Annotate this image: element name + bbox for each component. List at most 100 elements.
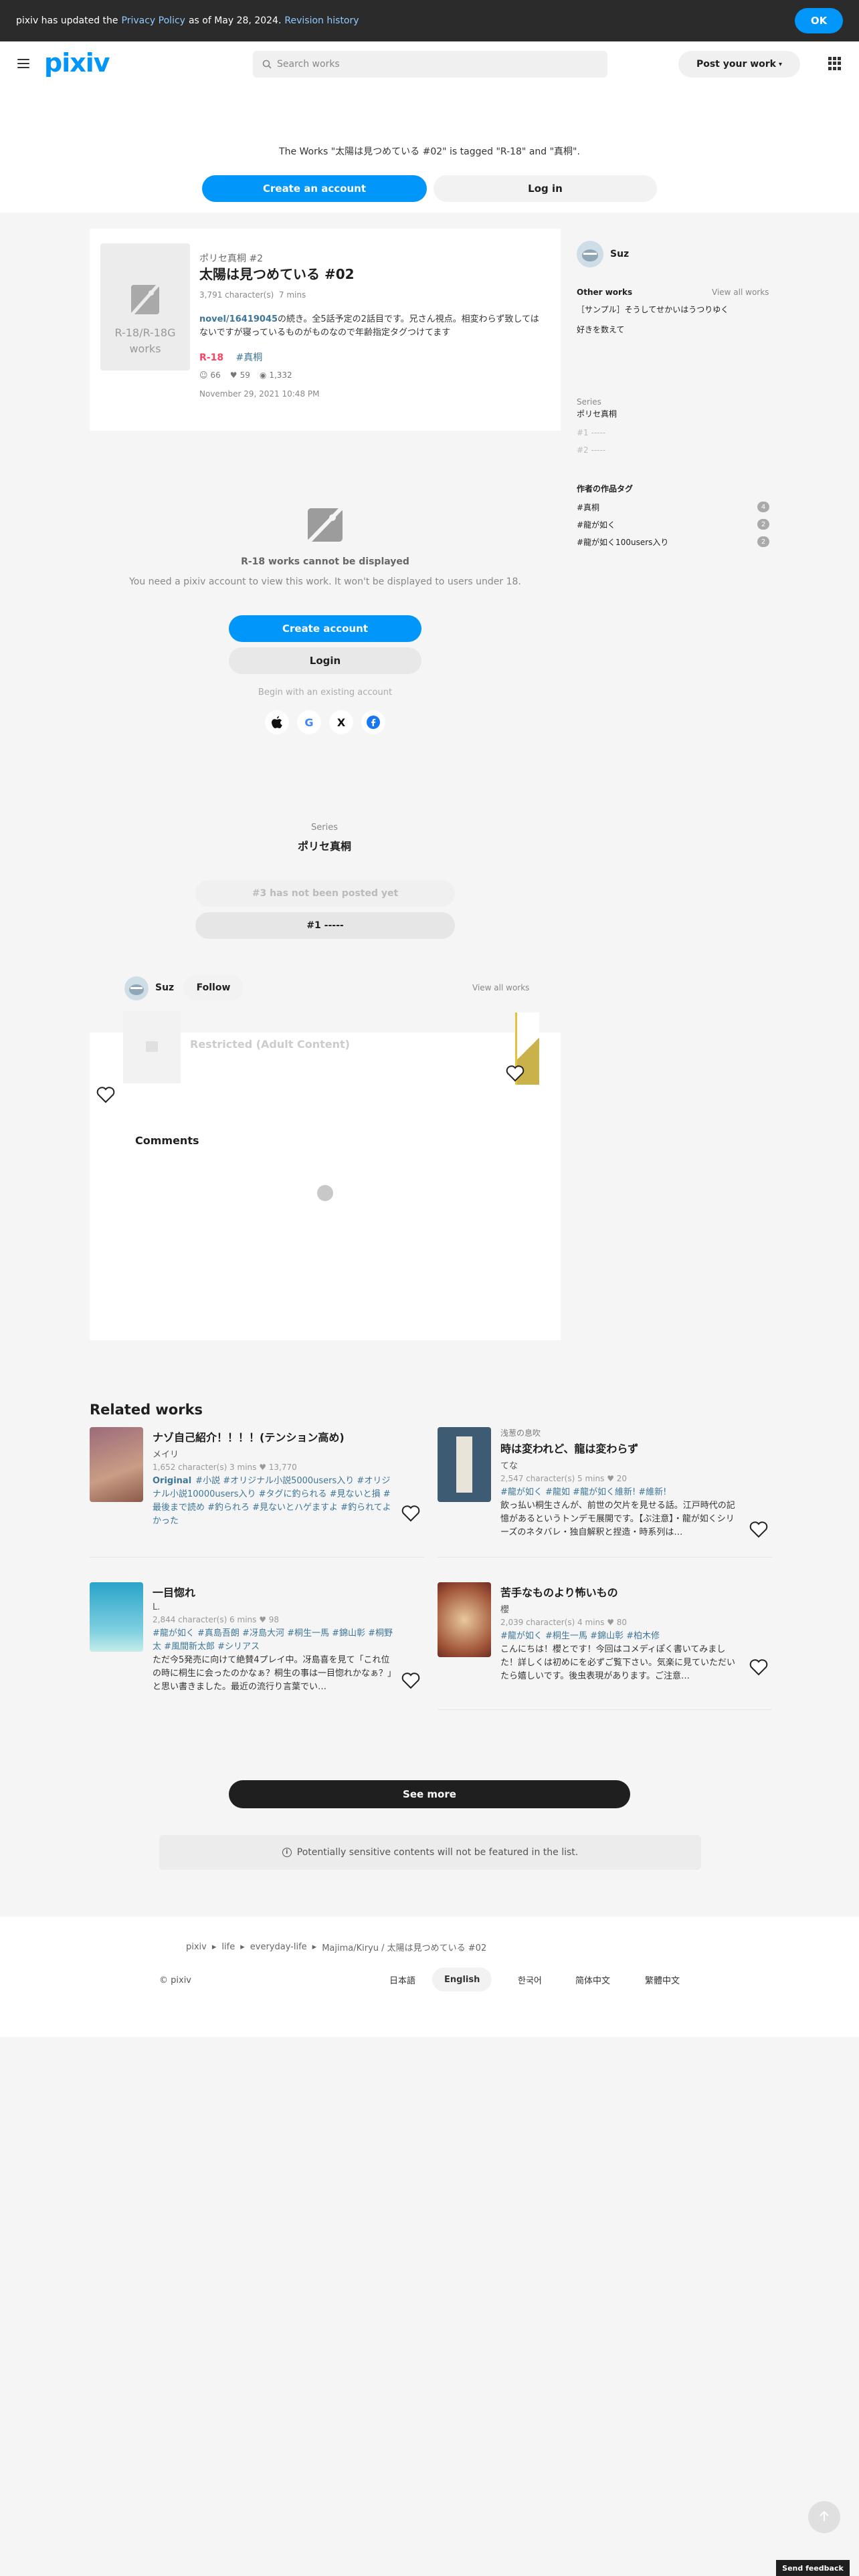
related-work-author[interactable]: メイリ	[153, 1447, 393, 1460]
other-work-1[interactable]: ［サンプル］そうしてせかいはうつりゆく	[577, 304, 729, 315]
follow-button[interactable]: Follow	[183, 975, 244, 1000]
pixiv-logo[interactable]: pixiv	[44, 48, 110, 78]
sensitive-note-text: Potentially sensitive contents will not …	[296, 1847, 579, 1858]
lang-option[interactable]: 简体中文	[563, 1967, 622, 1992]
views-stat: ◉ 1,332	[259, 370, 292, 380]
breadcrumb-item[interactable]: life	[221, 1942, 235, 1952]
other-work-2[interactable]: 好きを数えて	[577, 324, 624, 335]
breadcrumb-item[interactable]: everyday-life	[250, 1942, 307, 1952]
menu-icon[interactable]	[16, 56, 31, 72]
restricted-thumb	[123, 1011, 181, 1083]
info-icon: i	[282, 1848, 292, 1857]
x-login-icon[interactable]: X	[329, 710, 353, 734]
restricted-title: R-18 works cannot be displayed	[241, 556, 409, 567]
related-work-title[interactable]: 一目惚れ	[153, 1584, 393, 1600]
ok-button[interactable]: OK	[795, 8, 843, 33]
read-time: 7 mins	[278, 290, 306, 300]
privacy-policy-link[interactable]: Privacy Policy	[122, 15, 185, 26]
series-navigation: Series ポリセ真桐 #3 has not been posted yet …	[126, 805, 523, 964]
related-work-desc: ただ今5発売に向けて絶賛4プレイ中。冴島喜を見て「これ位の時に桐生に会ったのかな…	[153, 1655, 392, 1692]
heart-icon[interactable]	[401, 1672, 420, 1689]
restricted-thumbnail: R-18/R-18G works	[100, 243, 190, 370]
search-placeholder: Search works	[277, 59, 340, 70]
related-work-meta: 2,844 character(s) 6 mins ♥ 98	[153, 1615, 280, 1624]
series-label[interactable]: ポリセ真桐 #2	[199, 251, 263, 265]
likes-stat: ☺ 66	[199, 370, 221, 380]
restricted-card-text: Restricted (Adult Content)	[190, 1038, 350, 1051]
related-work-thumb[interactable]	[90, 1427, 143, 1502]
breadcrumb-item[interactable]: Majima/Kiryu / 太陽は見つめている #02	[322, 1941, 486, 1953]
facebook-login-icon[interactable]	[361, 710, 385, 734]
footer: pixiv ▸ life ▸ everyday-life ▸ Majima/Kiryu…	[0, 1917, 859, 2037]
sidebar-tag-row[interactable]: #龍が如く 2	[577, 519, 771, 530]
related-work-thumb[interactable]	[90, 1582, 143, 1652]
restricted-work-card[interactable]: Restricted (Adult Content)	[123, 1011, 524, 1083]
apps-grid-icon[interactable]	[828, 57, 842, 70]
view-all-works-link[interactable]: View all works	[472, 983, 529, 992]
related-work-card[interactable]: ナゾ自己紹介！！！！(テンション高め) メイリ 1,652 character(…	[90, 1427, 424, 1561]
google-login-icon[interactable]: G	[297, 710, 321, 734]
r18-notice: The Works "太陽は見つめている #02" is tagged "R-1…	[0, 87, 859, 213]
char-count: 3,791 character(s)	[199, 290, 274, 300]
apple-login-icon[interactable]	[265, 710, 289, 734]
scroll-to-top-button[interactable]	[808, 2501, 840, 2533]
related-work-title[interactable]: 時は変われど、龍は変わらず	[500, 1440, 741, 1456]
breadcrumb: pixiv ▸ life ▸ everyday-life ▸ Majima/Kiryu…	[186, 1941, 486, 1953]
breadcrumb-item[interactable]: pixiv	[186, 1942, 207, 1952]
create-account-button[interactable]: Create an account	[202, 175, 427, 202]
tag-makiri[interactable]: #真桐	[236, 352, 263, 363]
heart-icon[interactable]	[401, 1505, 420, 1522]
lang-option[interactable]: 繁體中文	[633, 1967, 692, 1992]
see-more-button[interactable]: See more	[229, 1780, 630, 1808]
sidebar-view-all[interactable]: View all works	[712, 288, 769, 297]
related-work-series[interactable]: 浅葱の息吹	[500, 1427, 741, 1438]
related-work-author[interactable]: L.	[153, 1602, 393, 1612]
related-work-thumb[interactable]	[438, 1582, 491, 1657]
heart-icon[interactable]	[96, 1086, 115, 1103]
related-work-author[interactable]: てな	[500, 1459, 741, 1471]
policy-banner: pixiv has updated the Privacy Policy as …	[0, 0, 859, 41]
related-work-thumb[interactable]	[438, 1427, 491, 1502]
caption-link[interactable]: novel/16419045	[199, 314, 278, 324]
related-work-author[interactable]: 櫻	[500, 1602, 741, 1615]
lang-option[interactable]: 日本語	[377, 1967, 427, 1992]
sidebar-tag-row[interactable]: #龍が如く100users入り 2	[577, 536, 771, 548]
related-work-desc: こんにちは！櫻とです！今回はコメディぽく書いてみました！詳しくは初めにを必ずご覧…	[500, 1644, 736, 1681]
search-input[interactable]: Search works	[253, 51, 607, 78]
search-icon	[262, 60, 272, 69]
sidebar-series-name[interactable]: ポリセ真桐	[577, 408, 617, 419]
related-work-card[interactable]: 浅葱の息吹 時は変われど、龍は変わらず てな 2,547 character(s…	[438, 1427, 772, 1561]
login-button[interactable]: Log in	[434, 175, 657, 202]
heart-icon[interactable]	[506, 1065, 524, 1082]
send-feedback-button[interactable]: Send feedback	[776, 2560, 850, 2576]
login-button-2[interactable]: Login	[229, 647, 421, 674]
heart-icon[interactable]	[749, 1521, 768, 1538]
author-name[interactable]: Suz	[155, 982, 174, 993]
episode-1-button[interactable]: #1 -----	[195, 912, 455, 939]
post-work-button[interactable]: Post your work ▾	[678, 51, 800, 78]
related-work-card[interactable]: 一目惚れ L. 2,844 character(s) 6 mins ♥ 98 #…	[90, 1582, 424, 1716]
related-work-title[interactable]: 苦手なものより怖いもの	[500, 1584, 741, 1600]
tag-r18[interactable]: R-18	[199, 352, 223, 363]
original-badge: Original	[153, 1476, 192, 1486]
lang-option[interactable]: 한국어	[506, 1967, 554, 1992]
create-account-button-2[interactable]: Create account	[229, 615, 421, 642]
heart-icon[interactable]	[749, 1658, 768, 1676]
related-work-title[interactable]: ナゾ自己紹介！！！！(テンション高め)	[153, 1428, 393, 1444]
lang-option-active[interactable]: English	[432, 1967, 492, 1992]
series-box-name[interactable]: ポリセ真桐	[126, 837, 523, 853]
sidebar-ep-1[interactable]: #1 -----	[577, 428, 605, 437]
hidden-image-icon	[305, 504, 345, 546]
sidebar-tag-row[interactable]: #真桐 4	[577, 502, 771, 513]
avatar[interactable]	[124, 976, 149, 1000]
related-work-tags: #龍が如く #真島吾朗 #冴島大河 #桐生一馬 #錦山彰 #桐野太 #風間新太郎…	[153, 1628, 393, 1652]
revision-history-link[interactable]: Revision history	[284, 15, 359, 26]
related-work-card[interactable]: 苦手なものより怖いもの 櫻 2,039 character(s) 4 mins …	[438, 1582, 772, 1716]
work-title: 太陽は見つめている #02	[199, 266, 355, 282]
sidebar-user-name[interactable]: Suz	[610, 249, 629, 259]
avatar[interactable]	[577, 241, 603, 267]
like-icon: ☺	[199, 370, 208, 380]
related-work-tags: #龍が如く #桐生一馬 #錦山彰 #柏木修	[500, 1631, 660, 1641]
related-work-tags: #龍が如く #龍如 #龍が如く維新! #維新!	[500, 1487, 667, 1497]
work-caption: novel/16419045の続き。全5話予定の2話目です。兄さん視点。相変わら…	[199, 313, 547, 340]
